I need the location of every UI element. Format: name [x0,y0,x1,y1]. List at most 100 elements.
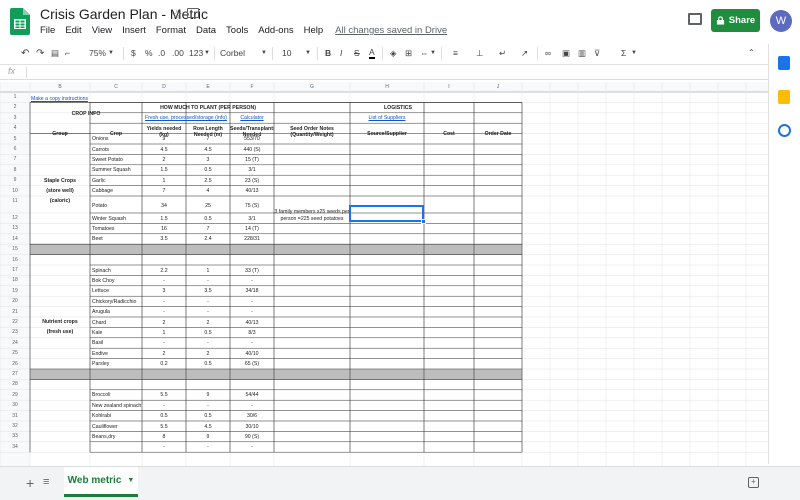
document-title[interactable]: Crisis Garden Plan - Metric [40,6,208,22]
row-number[interactable]: 12 [0,215,30,221]
seeds-cell[interactable]: 40/10 [230,351,274,357]
column-header-b[interactable]: B [30,84,90,90]
text-wrap-icon[interactable]: ↵ [499,48,506,59]
crop-name-cell[interactable]: Sweet Potato [90,157,142,163]
row-number[interactable]: 30 [0,402,30,408]
save-status[interactable]: All changes saved in Drive [335,25,447,39]
sheets-logo-icon[interactable] [10,8,30,35]
seed-note-line[interactable]: 3 family members x25 seeds per [274,209,350,215]
seeds-cell[interactable]: 65 (S) [230,361,274,367]
row-number[interactable]: 31 [0,413,30,419]
crop-name-cell[interactable]: Lettuce [90,288,142,294]
selected-cell[interactable] [349,205,424,222]
menu-format[interactable]: Format [156,25,186,39]
yield-cell[interactable]: 9 [142,136,186,142]
row-length-cell[interactable]: 4.5 [186,147,230,153]
row-number[interactable]: 17 [0,267,30,273]
row-length-cell[interactable]: 0.5 [186,330,230,336]
crop-name-cell[interactable]: Chickory/Radicchio [90,299,142,305]
row-length-cell[interactable]: 9 [186,434,230,440]
row-number[interactable]: 6 [0,146,30,152]
font-select[interactable]: Corbel [220,48,245,58]
row-length-cell[interactable]: 2.4 [186,236,230,242]
insert-comment-icon[interactable]: ▣ [562,48,570,59]
row-length-cell[interactable]: - [186,444,230,450]
yield-cell[interactable]: 1.5 [142,216,186,222]
row-number[interactable]: 3 [0,115,30,121]
menu-insert[interactable]: Insert [122,25,146,39]
row-number[interactable]: 23 [0,329,30,335]
column-header-g[interactable]: G [274,84,350,90]
yield-cell[interactable]: 2 [142,351,186,357]
more-formats-button[interactable]: 123 [189,48,203,58]
text-rotation-icon[interactable]: ↗ [521,48,528,59]
yield-cell[interactable]: - [142,340,186,346]
seeds-cell[interactable]: 40/13 [230,188,274,194]
yield-cell[interactable]: 0.2 [142,361,186,367]
seeds-cell[interactable]: 34/18 [230,288,274,294]
yield-cell[interactable]: 4.5 [142,147,186,153]
seeds-cell[interactable]: 440 (S) [230,147,274,153]
menu-file[interactable]: File [40,25,55,39]
copy-instructions-link[interactable]: Make a copy instructions [31,96,88,102]
horizontal-align-icon[interactable]: ≡ [453,48,458,58]
yield-cell[interactable]: 3.5 [142,236,186,242]
menu-help[interactable]: Help [304,25,324,39]
redo-icon[interactable]: ↷ [36,48,44,59]
row-length-cell[interactable]: 2 [186,320,230,326]
row-length-cell[interactable]: - [186,403,230,409]
crop-name-cell[interactable]: Winter Squash [90,216,142,222]
column-header-d[interactable]: D [142,84,186,90]
seeds-cell[interactable]: 8/3 [230,330,274,336]
crop-name-cell[interactable]: Summer Squash [90,167,142,173]
row-length-cell[interactable]: 3 [186,157,230,163]
undo-icon[interactable]: ↶ [21,48,29,59]
row-number[interactable]: 4 [0,125,30,131]
crop-name-cell[interactable]: Beet [90,236,142,242]
filter-icon[interactable]: ⊽ [594,48,600,59]
menu-tools[interactable]: Tools [226,25,248,39]
crop-name-cell[interactable]: Garlic [90,178,142,184]
text-color-button[interactable]: A [369,48,375,59]
row-length-cell[interactable]: 4.5 [186,424,230,430]
font-chevron-down-icon[interactable]: ▼ [261,50,267,56]
decrease-decimal-button[interactable]: .0 [158,48,165,58]
sheet-tab-web-metric[interactable]: Web metric ▼ [64,467,138,497]
add-sheet-icon[interactable]: + [26,475,34,491]
seeds-cell[interactable]: 90 (S) [230,434,274,440]
row-number[interactable]: 13 [0,225,30,231]
seed-note-line[interactable]: person =225 seed potatoes [274,216,350,222]
bold-button[interactable]: B [325,48,331,58]
row-length-cell[interactable]: - [186,299,230,305]
share-button[interactable]: Share [711,9,760,32]
row-number[interactable]: 26 [0,361,30,367]
italic-button[interactable]: I [340,48,342,58]
crop-name-cell[interactable]: Beans,dry [90,434,142,440]
seeds-cell[interactable]: 54/44 [230,392,274,398]
comment-history-icon[interactable] [688,13,702,25]
crop-name-cell[interactable]: Basil [90,340,142,346]
paint-format-icon[interactable]: ⌐ [65,48,70,58]
column-header-j[interactable]: J [474,84,522,90]
row-number[interactable]: 32 [0,423,30,429]
keep-icon[interactable] [778,90,790,104]
seeds-cell[interactable]: 228/31 [230,236,274,242]
row-length-cell[interactable]: - [186,309,230,315]
merge-cells-icon[interactable]: ⇔ [420,48,429,58]
row-number[interactable]: 22 [0,319,30,325]
yield-cell[interactable]: - [142,309,186,315]
row-length-cell[interactable]: 25 [186,203,230,209]
insert-chart-icon[interactable]: ▥ [578,48,586,59]
yield-cell[interactable]: 0.5 [142,413,186,419]
print-icon[interactable]: ▤ [51,48,59,59]
fill-handle[interactable] [421,219,426,224]
seeds-cell[interactable]: 553/70 [230,136,274,142]
calendar-icon[interactable] [778,56,790,70]
yield-cell[interactable]: 1 [142,178,186,184]
star-icon[interactable]: ☆ [171,7,183,23]
zoom-select[interactable]: 75% [89,48,106,58]
crop-name-cell[interactable]: Spinach [90,268,142,274]
crop-name-cell[interactable]: Tomatoes [90,226,142,232]
yield-cell[interactable]: - [142,444,186,450]
seeds-cell[interactable]: 14 (T) [230,226,274,232]
